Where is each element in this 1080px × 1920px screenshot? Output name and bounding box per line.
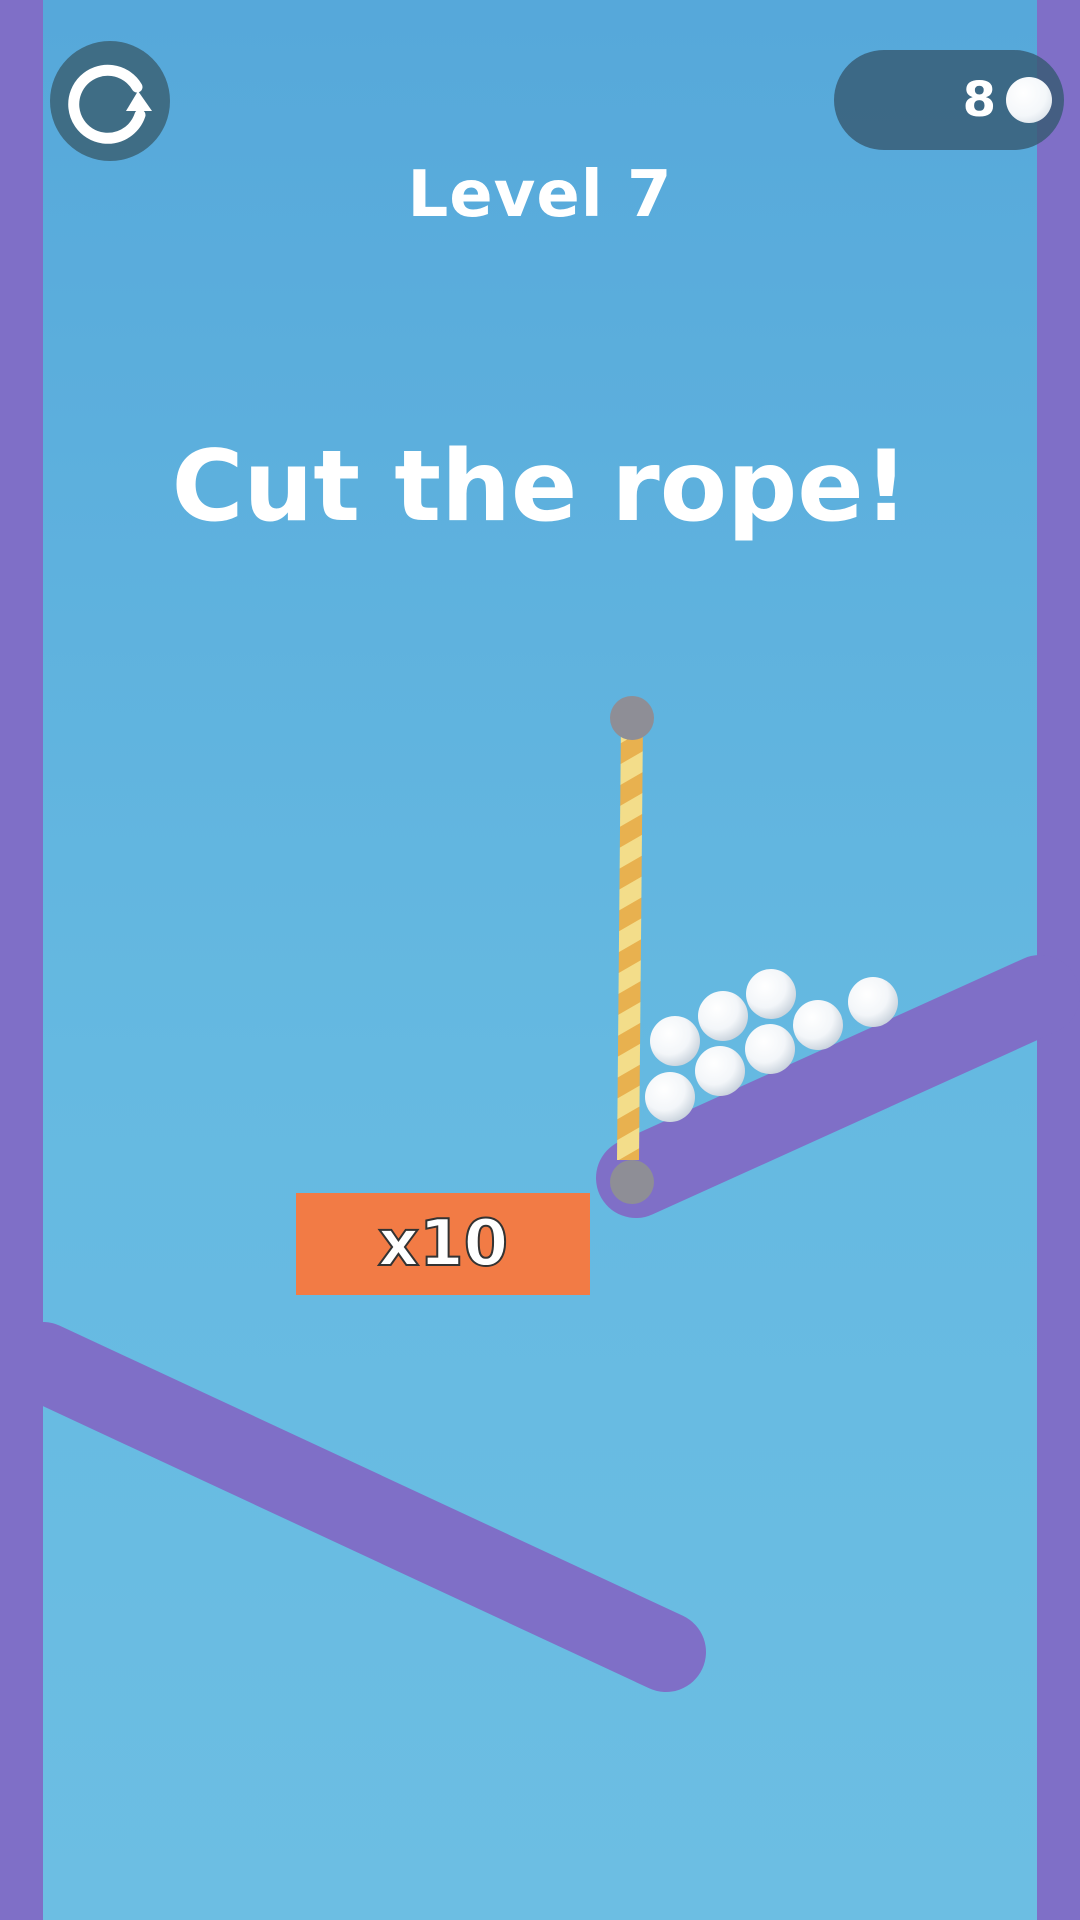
ball xyxy=(695,1046,745,1096)
ball xyxy=(645,1072,695,1122)
level-title: Level 7 xyxy=(407,158,673,232)
top-pin xyxy=(610,696,654,740)
ball xyxy=(793,1000,843,1050)
lower-ramp-wall-joint xyxy=(0,1300,43,1430)
lower-ramp xyxy=(3,1322,706,1692)
ball xyxy=(698,991,748,1041)
ball xyxy=(650,1016,700,1066)
ball-count: 8 xyxy=(962,72,996,128)
ball xyxy=(746,969,796,1019)
rope[interactable] xyxy=(617,720,643,1160)
ball xyxy=(848,977,898,1027)
restart-button[interactable] xyxy=(50,41,170,161)
ball-counter: 8 xyxy=(834,50,1064,150)
game-screen: 8 Level 7 Cut the rope! x10 xyxy=(0,0,1080,1920)
game-scene xyxy=(0,0,1080,1920)
restart-icon xyxy=(68,64,152,144)
multiplier-box: x10 xyxy=(296,1193,590,1295)
bottom-pin xyxy=(610,1160,654,1204)
instruction-text: Cut the rope! xyxy=(171,430,909,544)
multiplier-label: x10 xyxy=(377,1206,509,1282)
left-wall xyxy=(0,0,43,1920)
white-ball-icon xyxy=(1006,77,1052,123)
ball xyxy=(745,1024,795,1074)
